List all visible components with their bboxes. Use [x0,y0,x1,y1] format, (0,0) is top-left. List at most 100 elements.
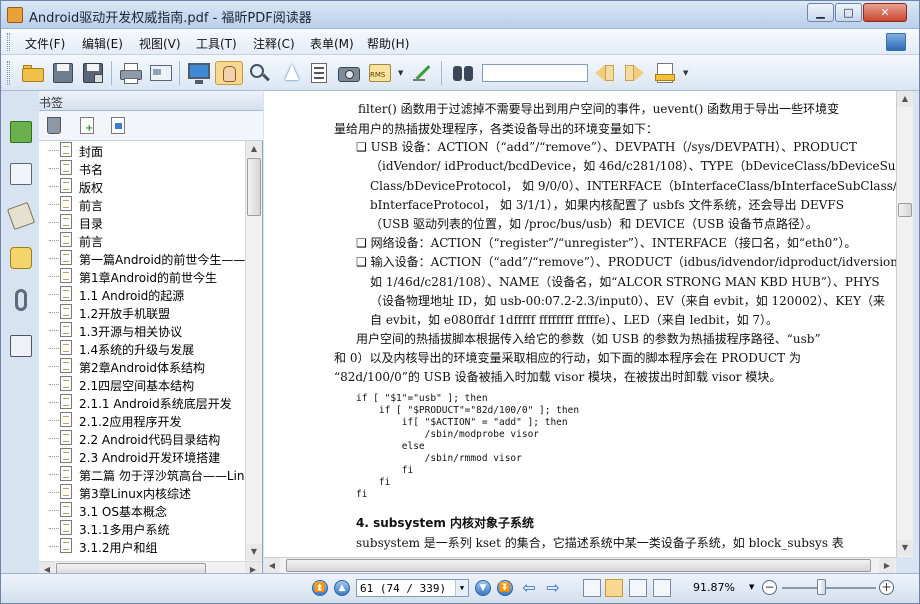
list-item[interactable]: 2.1.2应用程序开发 [39,411,245,429]
document-vertical-scrollbar[interactable]: ▲ ▼ [896,91,913,557]
find-binoculars-icon[interactable] [451,61,475,85]
find-input[interactable] [482,64,588,82]
list-item[interactable]: 3.1 OS基本概念 [39,501,245,519]
list-item[interactable]: 1.4系统的升级与发展 [39,339,245,357]
page-text-line: 和 0）以及内核导出的环境变量采取相应的行动，如下面的脚本程序会在 PRODUC… [334,351,801,365]
zoom-tool-icon[interactable] [248,61,272,85]
snapshot-icon[interactable] [337,61,361,85]
help-corner-icon[interactable] [886,33,906,51]
menu-tools[interactable]: 工具(T) [196,35,237,52]
zoom-slider-knob[interactable] [817,579,826,595]
zoom-out-icon[interactable]: − [762,580,777,595]
pdf-page[interactable]: filter() 函数用于过滤掉不需要导出到用户空间的事件，uevent() 函… [264,91,896,557]
comments-panel-icon[interactable] [10,247,32,269]
document-area[interactable]: filter() 函数用于过滤掉不需要导出到用户空间的事件，uevent() 函… [264,91,896,557]
list-item[interactable]: 第二篇 勿于浮沙筑高台——Lin [39,465,245,483]
delete-bookmark-icon[interactable] [47,117,61,134]
scroll-thumb[interactable] [247,158,261,216]
scroll-down-icon[interactable]: ▼ [246,544,262,560]
menu-grip[interactable] [7,33,10,51]
scroll-up-icon[interactable]: ▲ [897,91,913,107]
zoom-slider-track[interactable] [782,587,876,589]
rms-icon[interactable]: RMS [367,61,393,85]
menu-file[interactable]: 文件(F) [25,35,65,52]
signatures-panel-icon[interactable] [10,335,32,357]
list-item[interactable]: 第2章Android体系结构 [39,357,245,375]
pages-panel-icon[interactable] [10,163,32,185]
zoom-dropdown-icon[interactable]: ▼ [749,583,754,591]
continuous-icon[interactable] [605,579,623,597]
page-dropdown-icon[interactable]: ▼ [455,580,468,596]
menu-comments[interactable]: 注释(C) [253,35,295,52]
list-item[interactable]: 3.1.1多用户系统 [39,519,245,537]
maximize-button[interactable]: □ [835,3,862,22]
list-item[interactable]: 书名 [39,159,245,177]
minimize-button[interactable]: ▁ [807,3,834,22]
list-item[interactable]: 2.1.1 Android系统底层开发 [39,393,245,411]
sign-icon[interactable] [411,61,435,85]
list-item[interactable]: 第1章Android的前世今生 [39,267,245,285]
close-button[interactable]: ✕ [863,3,907,22]
facing-icon[interactable] [629,579,647,597]
page-icon [60,502,72,517]
select-tool-icon[interactable] [278,61,302,85]
first-page-icon[interactable]: ⏫ [312,580,328,596]
layers-panel-icon[interactable] [6,201,36,231]
menu-view[interactable]: 视图(V) [139,35,181,52]
list-item[interactable]: 目录 [39,213,245,231]
menu-help[interactable]: 帮助(H) [367,35,409,52]
list-item[interactable]: 1.1 Android的起源 [39,285,245,303]
hand-tool-icon[interactable] [215,61,243,85]
highlight-dropdown-icon[interactable]: ▼ [683,69,688,77]
rms-dropdown-icon[interactable]: ▼ [398,69,403,77]
list-item[interactable]: 2.3 Android开发环境搭建 [39,447,245,465]
page-icon [60,448,72,463]
list-item[interactable]: 封面 [39,141,245,159]
list-item[interactable]: 版权 [39,177,245,195]
zoom-value[interactable]: 91.87% [693,581,735,594]
scroll-thumb[interactable] [286,559,871,572]
scroll-up-icon[interactable]: ▲ [246,141,262,157]
email-icon[interactable] [149,61,173,85]
list-item[interactable]: 1.3开源与相关协议 [39,321,245,339]
prev-page-icon[interactable]: ▲ [334,580,350,596]
list-item[interactable]: 前言 [39,231,245,249]
prev-result-icon[interactable] [593,61,617,85]
bookmark-vertical-scrollbar[interactable]: ▲ ▼ [245,141,262,561]
list-item[interactable]: 2.1四层空间基本结构 [39,375,245,393]
save-as-icon[interactable] [81,61,105,85]
continuous-facing-icon[interactable] [653,579,671,597]
menu-forms[interactable]: 表单(M) [310,35,354,52]
toolbar-grip[interactable] [7,61,10,85]
scroll-right-icon[interactable]: ▶ [879,558,895,574]
bookmarks-panel-icon[interactable] [10,121,32,143]
next-page-icon[interactable]: ▼ [475,580,491,596]
fullscreen-icon[interactable] [187,61,211,85]
last-page-icon[interactable]: ⏬ [497,580,513,596]
scroll-left-icon[interactable]: ◀ [264,558,280,574]
single-page-icon[interactable] [583,579,601,597]
list-item[interactable]: 2.2 Android代码目录结构 [39,429,245,447]
scroll-down-icon[interactable]: ▼ [897,540,913,556]
attachments-panel-icon[interactable] [15,289,27,311]
page-number-input[interactable]: 61 (74 / 339) ▼ [356,579,469,597]
list-item[interactable]: 第3章Linux内核综述 [39,483,245,501]
add-bookmark-icon[interactable]: + [80,117,94,134]
list-item[interactable]: 1.2开放手机联盟 [39,303,245,321]
list-item[interactable]: 第一篇Android的前世今生——A [39,249,245,267]
list-item[interactable]: 3.1.2用户和组 [39,537,245,555]
zoom-in-icon[interactable]: + [879,580,894,595]
print-icon[interactable] [119,61,143,85]
forward-icon[interactable]: ⇨ [545,580,561,596]
save-icon[interactable] [51,61,75,85]
back-icon[interactable]: ⇦ [521,580,537,596]
text-select-icon[interactable] [307,61,331,85]
document-horizontal-scrollbar[interactable]: ◀ ▶ [264,557,896,574]
scroll-thumb[interactable] [898,203,912,217]
open-folder-icon[interactable] [21,61,45,85]
next-result-icon[interactable] [623,61,647,85]
list-item[interactable]: 前言 [39,195,245,213]
expand-bookmark-icon[interactable] [111,117,125,134]
menu-edit[interactable]: 编辑(E) [82,35,123,52]
highlight-icon[interactable] [653,61,677,85]
